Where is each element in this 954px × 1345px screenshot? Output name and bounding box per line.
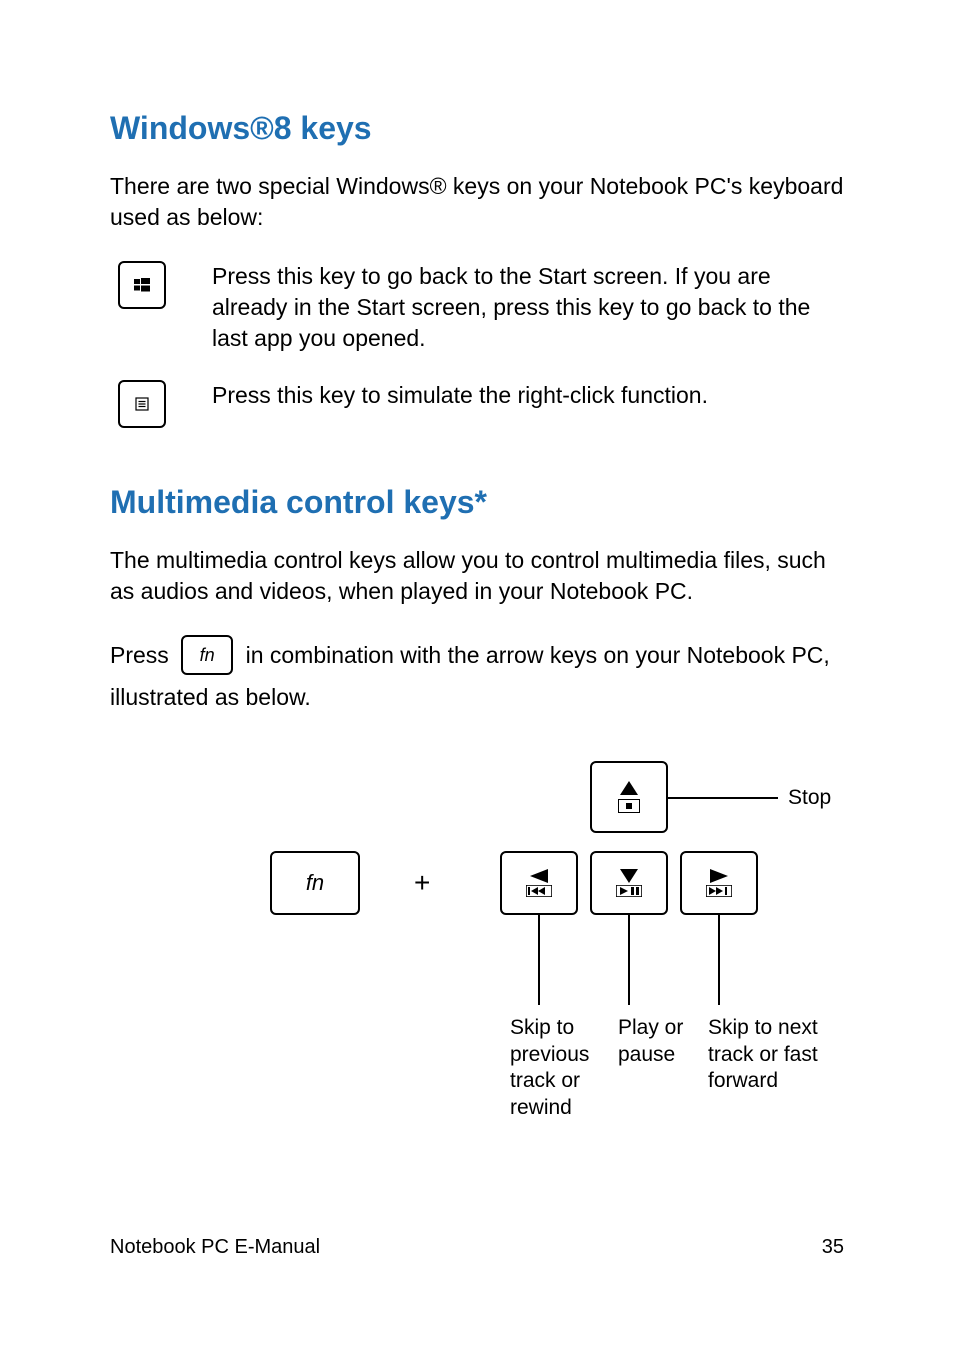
multimedia-keys-diagram: fn + Stop (210, 761, 910, 1131)
stop-label: Stop (788, 785, 831, 812)
heading-windows-keys: Windows®8 keys (110, 110, 844, 147)
prev-key-icon (500, 851, 578, 915)
windows-keys-intro: There are two special Windows® keys on y… (110, 171, 844, 233)
windows-key-row-2: Press this key to simulate the right-cli… (110, 380, 844, 428)
play-pause-key-icon (590, 851, 668, 915)
context-menu-key-icon (118, 380, 166, 428)
press-text-pre: Press (110, 642, 175, 668)
heading-multimedia-keys: Multimedia control keys* (110, 484, 844, 521)
fn-combination-sentence: Press fn in combination with the arrow k… (110, 635, 844, 718)
windows-key-row-1: Press this key to go back to the Start s… (110, 261, 844, 354)
stop-key-icon (590, 761, 668, 833)
fn-key-big-icon: fn (270, 851, 360, 915)
play-pause-label: Play or pause (618, 1015, 708, 1069)
context-menu-key-description: Press this key to simulate the right-cli… (212, 380, 844, 411)
footer-doc-title: Notebook PC E-Manual (110, 1236, 320, 1259)
prev-label: Skip to previous track or rewind (510, 1015, 620, 1123)
next-key-icon (680, 851, 758, 915)
multimedia-intro: The multimedia control keys allow you to… (110, 545, 844, 607)
windows-logo-key-icon (118, 261, 166, 309)
footer-page-number: 35 (822, 1236, 844, 1259)
next-label: Skip to next track or fast forward (708, 1015, 828, 1096)
plus-symbol: + (414, 867, 430, 899)
windows-key-description: Press this key to go back to the Start s… (212, 261, 844, 354)
fn-key-inline-icon: fn (181, 635, 233, 675)
